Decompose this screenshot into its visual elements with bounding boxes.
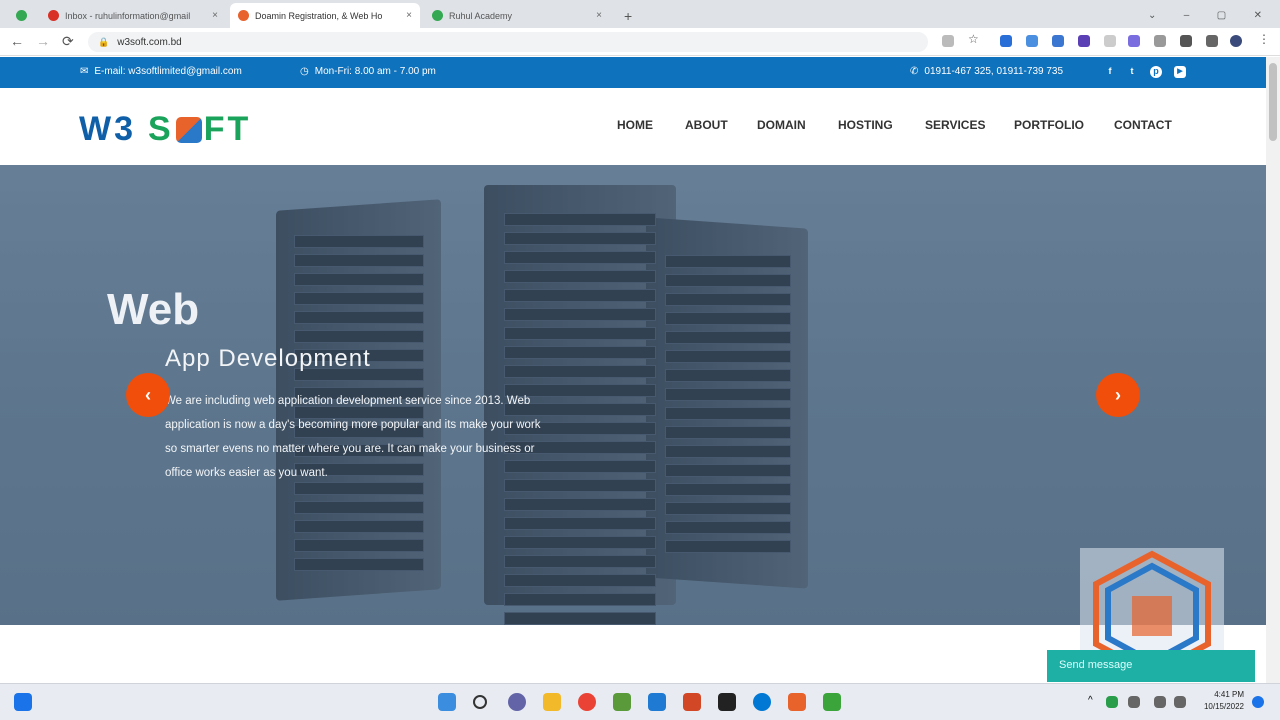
tray-app-icon[interactable] — [1106, 696, 1118, 708]
profile-tab-icon[interactable] — [8, 3, 36, 28]
hero-title: Web — [107, 285, 200, 334]
facebook-icon[interactable]: f — [1104, 66, 1116, 78]
chat-icon[interactable] — [508, 693, 526, 711]
nav-domain[interactable]: DOMAIN — [757, 118, 806, 132]
w3soft-favicon-icon — [238, 10, 249, 21]
avatar[interactable] — [1230, 35, 1242, 47]
close-tab-icon[interactable]: × — [406, 10, 412, 21]
extension-icon[interactable] — [1154, 35, 1166, 47]
maximize-icon: ▢ — [1216, 10, 1227, 21]
close-tab-icon[interactable]: × — [596, 10, 602, 21]
file-explorer-icon[interactable] — [543, 693, 561, 711]
puzzle-icon[interactable] — [1180, 35, 1192, 47]
extension-icon[interactable] — [1052, 35, 1064, 47]
network-icon[interactable] — [1154, 696, 1166, 708]
topbar-email[interactable]: ✉ E-mail: w3softlimited@gmail.com — [80, 66, 242, 77]
browser-toolbar: ← → ⟳ 🔒 w3soft.com.bd ☆ ⋮ — [0, 28, 1280, 56]
site-topbar: ✉ E-mail: w3softlimited@gmail.com ◷ Mon-Fr… — [0, 57, 1266, 88]
address-bar[interactable]: 🔒 w3soft.com.bd — [88, 32, 928, 52]
nav-about[interactable]: ABOUT — [685, 118, 728, 132]
extension-icon[interactable] — [1000, 35, 1012, 47]
chrome-icon[interactable] — [578, 693, 596, 711]
twitter-icon[interactable]: t — [1126, 66, 1138, 78]
nav-hosting[interactable]: HOSTING — [838, 118, 893, 132]
bookmark-star-icon[interactable]: ☆ — [968, 32, 980, 46]
extension-icon[interactable] — [1128, 35, 1140, 47]
slider-next-button[interactable]: › — [1096, 373, 1140, 417]
site-header: W3 S FT HOME ABOUT DOMAIN HOSTING SERVICES… — [0, 88, 1266, 165]
drive-icon — [432, 10, 443, 21]
slider-prev-button[interactable]: ‹ — [126, 373, 170, 417]
gmail-icon — [48, 10, 59, 21]
nav-portfolio[interactable]: PORTFOLIO — [1014, 118, 1084, 132]
minimize-icon: – — [1183, 10, 1190, 21]
extension-icon[interactable] — [1026, 35, 1038, 47]
camtasia-icon[interactable] — [788, 693, 806, 711]
windows-start-icon[interactable] — [438, 693, 456, 711]
nav-services[interactable]: SERVICES — [925, 118, 985, 132]
clock-icon: ◷ — [300, 66, 309, 77]
menu-icon[interactable]: ⋮ — [1258, 32, 1270, 46]
vscode-icon[interactable] — [648, 693, 666, 711]
search-icon[interactable] — [473, 695, 487, 709]
camtasia-recorder-icon[interactable] — [823, 693, 841, 711]
extension-icon[interactable] — [1104, 35, 1116, 47]
app-icon[interactable] — [718, 693, 736, 711]
send-message-widget[interactable]: Send message — [1047, 650, 1255, 682]
hero-description: We are including web application develop… — [165, 395, 541, 479]
site-logo[interactable]: W3 S FT — [79, 110, 251, 149]
forward-icon[interactable]: → — [36, 33, 50, 49]
close-tab-icon[interactable]: × — [212, 10, 218, 21]
new-tab-button[interactable]: + — [616, 3, 640, 28]
hero-slider: Web App Development We are including web… — [0, 165, 1266, 625]
share-icon[interactable] — [942, 35, 954, 47]
reload-icon[interactable]: ⟳ — [62, 33, 74, 50]
notepad-icon[interactable] — [613, 693, 631, 711]
topbar-phone[interactable]: ✆ 01911-467 325, 01911-739 735 — [910, 66, 1063, 77]
tray-chevron-icon[interactable]: ^ — [1088, 695, 1106, 713]
url-text: w3soft.com.bd — [117, 36, 182, 48]
phone-icon: ✆ — [910, 66, 919, 77]
scrollbar-thumb[interactable] — [1269, 63, 1277, 141]
youtube-icon[interactable]: ▶ — [1174, 66, 1186, 78]
browser-tab-bar: Inbox - ruhulinformation@gmail × Doamin R… — [0, 0, 1280, 28]
tab-inbox[interactable]: Inbox - ruhulinformation@gmail × — [40, 3, 226, 28]
window-controls[interactable]: ⌄ – ▢ ✕ — [1140, 3, 1270, 28]
volume-icon[interactable] — [1174, 696, 1186, 708]
topbar-hours: ◷ Mon-Fri: 8.00 am - 7.00 pm — [300, 66, 436, 77]
skype-icon[interactable] — [753, 693, 771, 711]
sidebar-icon[interactable] — [1206, 35, 1218, 47]
notification-icon[interactable] — [1252, 696, 1264, 708]
lock-icon: 🔒 — [98, 36, 110, 47]
logo-cube-icon — [175, 117, 202, 143]
page-scrollbar[interactable] — [1266, 57, 1280, 683]
dropdown-icon: ⌄ — [1148, 10, 1157, 21]
microphone-icon[interactable] — [1128, 696, 1140, 708]
back-icon[interactable]: ← — [10, 33, 24, 49]
tab-ruhul-academy[interactable]: Ruhul Academy × — [424, 3, 610, 28]
nav-home[interactable]: HOME — [617, 118, 653, 132]
tab-domain-registration[interactable]: Doamin Registration, & Web Ho × — [230, 3, 420, 28]
hero-subtitle: App Development — [165, 345, 371, 372]
nav-contact[interactable]: CONTACT — [1114, 118, 1172, 132]
powerpoint-icon[interactable] — [683, 693, 701, 711]
windows-taskbar: ^ 4:41 PM 10/15/2022 — [0, 683, 1280, 720]
pinterest-icon[interactable]: p — [1150, 66, 1162, 78]
widgets-icon[interactable] — [14, 693, 32, 711]
envelope-icon: ✉ — [80, 66, 89, 77]
extension-icon[interactable] — [1078, 35, 1090, 47]
close-window-icon: ✕ — [1253, 10, 1262, 21]
taskbar-clock[interactable]: 4:41 PM 10/15/2022 — [1204, 689, 1244, 713]
